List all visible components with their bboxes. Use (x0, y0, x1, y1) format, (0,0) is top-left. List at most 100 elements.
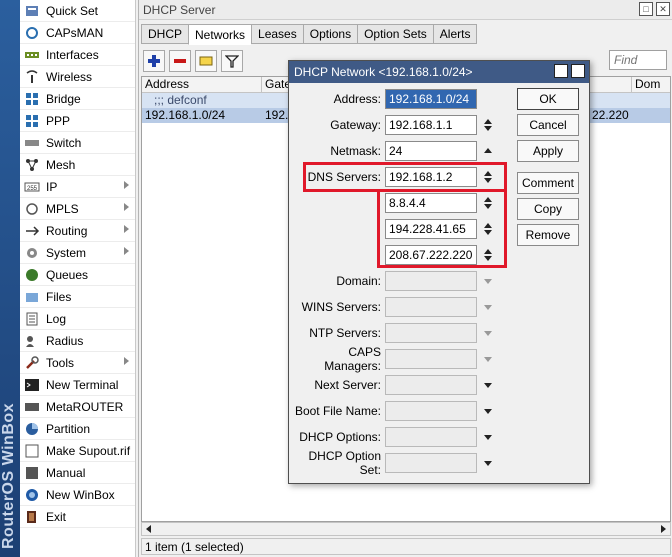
address-row: Address: 192.168.1.0/24 (289, 88, 477, 110)
netmask-up-icon[interactable] (481, 141, 495, 161)
tab-dhcp[interactable]: DHCP (141, 24, 189, 44)
ok-button[interactable]: OK (517, 88, 579, 110)
menu-item-manual[interactable]: Manual (20, 462, 135, 484)
menu-item-interfaces[interactable]: Interfaces (20, 44, 135, 66)
domain-field[interactable] (385, 271, 477, 291)
add-button[interactable] (143, 50, 165, 72)
menu-item-exit[interactable]: Exit (20, 506, 135, 528)
menu-item-label: System (46, 245, 87, 260)
plus-icon (148, 55, 160, 67)
tools-icon (24, 355, 40, 371)
menu-item-tools[interactable]: Tools (20, 352, 135, 374)
menu-item-mpls[interactable]: MPLS (20, 198, 135, 220)
ntp-field[interactable] (385, 323, 477, 343)
remove-dialog-button[interactable]: Remove (517, 224, 579, 246)
menu-item-switch[interactable]: Switch (20, 132, 135, 154)
menu-item-new-terminal[interactable]: New Terminal (20, 374, 135, 396)
menu-item-capsman[interactable]: CAPsMAN (20, 22, 135, 44)
menu-item-system[interactable]: System (20, 242, 135, 264)
next-server-dropdown-icon[interactable] (481, 375, 495, 395)
column-domain[interactable]: Dom (632, 77, 670, 92)
column-address[interactable]: Address (142, 77, 262, 92)
cancel-button[interactable]: Cancel (517, 114, 579, 136)
gateway-label: Gateway: (330, 118, 381, 132)
next-server-field[interactable] (385, 375, 477, 395)
comment-button[interactable] (195, 50, 217, 72)
menu-item-bridge[interactable]: Bridge (20, 88, 135, 110)
dhcp-option-set-field[interactable] (385, 453, 477, 473)
menu-item-ip[interactable]: 255 IP (20, 176, 135, 198)
menu-item-mesh[interactable]: Mesh (20, 154, 135, 176)
svg-text:255: 255 (27, 186, 38, 192)
gateway-updown-icon[interactable] (481, 115, 495, 135)
dialog-maximize-button[interactable]: □ (554, 64, 568, 78)
boot-file-dropdown-icon[interactable] (481, 401, 495, 421)
wins-row: WINS Servers: (289, 296, 495, 318)
status-text: 1 item (1 selected) (145, 539, 244, 554)
maximize-button[interactable]: □ (639, 2, 653, 16)
menu-item-label: Mesh (46, 157, 76, 172)
tab-options[interactable]: Options (302, 24, 358, 44)
tab-leases[interactable]: Leases (251, 24, 303, 44)
wins-field[interactable] (385, 297, 477, 317)
main-menu: Quick Set CAPsMAN Interfaces Wireless Bridge… (20, 0, 136, 557)
menu-item-label: IP (46, 179, 58, 194)
filter-button[interactable] (221, 50, 243, 72)
remove-button[interactable] (169, 50, 191, 72)
dhcp-options-label: DHCP Options: (299, 430, 381, 444)
bridge-icon (24, 91, 40, 107)
brand-bar: RouterOS WinBox (0, 0, 20, 557)
dialog-close-button[interactable]: ✕ (571, 64, 585, 78)
menu-item-make-supout-rif[interactable]: Make Supout.rif (20, 440, 135, 462)
dhcp-option-set-label: DHCP Option Set: (308, 449, 381, 477)
dhcp-option-set-dropdown-icon[interactable] (481, 453, 495, 473)
wins-dropdown-icon[interactable] (481, 297, 495, 317)
menu-item-partition[interactable]: Partition (20, 418, 135, 440)
apply-button[interactable]: Apply (517, 140, 579, 162)
minus-icon (174, 59, 186, 63)
address-field[interactable]: 192.168.1.0/24 (385, 89, 477, 109)
gateway-row: Gateway: 192.168.1.1 (289, 114, 495, 136)
tab-option-sets[interactable]: Option Sets (357, 24, 433, 44)
caps-row: CAPS Managers: (289, 345, 495, 373)
menu-item-metarouter[interactable]: MetaROUTER (20, 396, 135, 418)
menu-item-radius[interactable]: Radius (20, 330, 135, 352)
menu-item-queues[interactable]: Queues (20, 264, 135, 286)
ip-icon: 255 (24, 179, 40, 195)
caps-dropdown-icon[interactable] (481, 349, 495, 369)
gateway-field[interactable]: 192.168.1.1 (385, 115, 477, 135)
menu-item-quick-set[interactable]: Quick Set (20, 0, 135, 22)
tab-alerts[interactable]: Alerts (432, 24, 478, 44)
queues-icon (24, 267, 40, 283)
metarouter-icon (24, 399, 40, 415)
ntp-row: NTP Servers: (289, 322, 495, 344)
menu-item-log[interactable]: Log (20, 308, 135, 330)
menu-item-wireless[interactable]: Wireless (20, 66, 135, 88)
caps-field[interactable] (385, 349, 477, 369)
copy-button[interactable]: Copy (517, 198, 579, 220)
menu-item-files[interactable]: Files (20, 286, 135, 308)
submenu-arrow-icon (124, 225, 129, 233)
comment-dialog-button[interactable]: Comment (517, 172, 579, 194)
submenu-arrow-icon (124, 247, 129, 255)
menu-item-new-winbox[interactable]: New WinBox (20, 484, 135, 506)
horizontal-scrollbar[interactable] (141, 522, 671, 536)
close-button[interactable]: ✕ (656, 2, 670, 16)
find-input[interactable] (609, 50, 667, 70)
domain-dropdown-icon[interactable] (481, 271, 495, 291)
dhcp-options-dropdown-icon[interactable] (481, 427, 495, 447)
menu-item-ppp[interactable]: PPP (20, 110, 135, 132)
dhcp-options-field[interactable] (385, 427, 477, 447)
window-title-text: DHCP Server (143, 2, 216, 17)
tab-networks[interactable]: Networks (188, 24, 252, 45)
menu-item-label: Routing (46, 223, 88, 238)
netmask-field[interactable]: 24 (385, 141, 477, 161)
boot-file-field[interactable] (385, 401, 477, 421)
dns-primary-highlight (303, 162, 507, 192)
menu-item-label: Interfaces (46, 47, 99, 62)
menu-item-routing[interactable]: Routing (20, 220, 135, 242)
ntp-dropdown-icon[interactable] (481, 323, 495, 343)
menu-item-label: Radius (46, 333, 84, 348)
netmask-label: Netmask: (330, 144, 381, 158)
switch-icon (24, 135, 40, 151)
